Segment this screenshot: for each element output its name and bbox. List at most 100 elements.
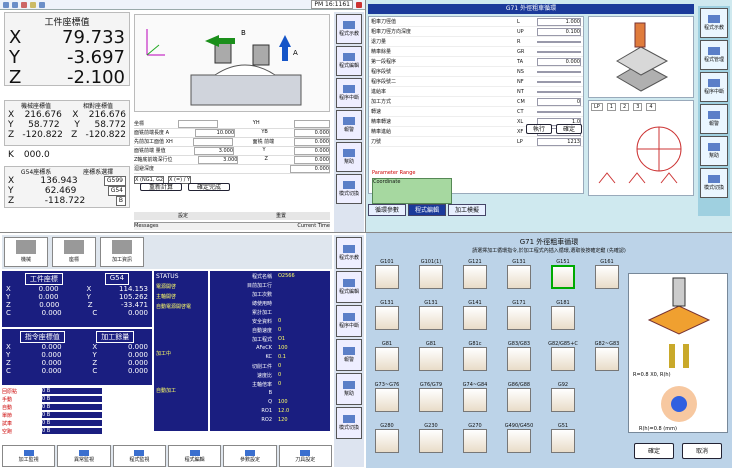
side-button[interactable]: 程序中斷 — [700, 72, 728, 102]
side-button[interactable]: 程式示教 — [336, 14, 362, 44]
cycle-item[interactable]: G121 — [458, 259, 492, 299]
side-button[interactable]: 模式切換 — [700, 168, 728, 198]
cycle-item[interactable]: G81 — [370, 341, 404, 381]
cycle-item[interactable]: G181 — [546, 300, 580, 340]
param-value[interactable]: 0.000 — [290, 165, 330, 173]
side-button[interactable]: 模式切換 — [336, 407, 362, 439]
cycle-item[interactable]: G83/G83 — [502, 341, 536, 381]
param-value[interactable]: 3.000 — [198, 156, 239, 164]
param-right-value[interactable]: 0.000 — [294, 138, 330, 146]
bottom-button[interactable]: 程式監視 — [112, 445, 166, 467]
side-button[interactable]: 報警 — [336, 339, 362, 371]
cycle-item[interactable]: G151 — [546, 259, 580, 299]
monitor-tab[interactable]: 機械 — [4, 237, 48, 267]
cycle-param-value[interactable] — [537, 50, 581, 53]
wc-select[interactable]: G54 — [107, 186, 126, 196]
bottom-button[interactable]: 異常監視 — [57, 445, 111, 467]
cycle-param-value[interactable]: 1213 — [537, 137, 581, 146]
tab[interactable]: 循環參數 — [368, 204, 407, 216]
cycle-item[interactable]: G101(1) — [414, 259, 448, 299]
footer-reset[interactable]: 重置 — [276, 212, 286, 220]
cycle-item[interactable]: G131 — [414, 300, 448, 340]
cycle-item[interactable]: G270 — [458, 423, 492, 463]
cycle-param-value[interactable] — [537, 80, 581, 83]
bottom-button[interactable]: 加工監視 — [2, 445, 56, 467]
footer-set[interactable]: 設定 — [178, 212, 188, 220]
param-value[interactable] — [178, 120, 219, 128]
side-button[interactable]: 程序中斷 — [336, 78, 362, 108]
wc-select[interactable]: B — [115, 196, 126, 206]
confirm-button[interactable]: 確定 — [556, 124, 582, 134]
wc-select[interactable]: G599 — [103, 176, 126, 186]
cycle-item[interactable]: G81c — [458, 341, 492, 381]
side-button[interactable]: 幫助 — [700, 136, 728, 166]
cycle-param-value[interactable] — [537, 40, 581, 43]
cycle-item[interactable]: G101 — [370, 259, 404, 299]
param-right-value[interactable]: 0.000 — [293, 129, 330, 137]
cycle-param-value[interactable] — [537, 110, 581, 113]
close-icon[interactable] — [356, 1, 362, 8]
cycle-param-value[interactable]: 0 — [537, 97, 581, 106]
param-right-value[interactable]: 0.000 — [293, 147, 330, 155]
side-button[interactable]: 報警 — [700, 104, 728, 134]
monitor-tab[interactable]: 加工資訊 — [100, 237, 144, 267]
tab[interactable]: 加工模擬 — [448, 204, 487, 216]
lp-cell[interactable]: 4 — [646, 103, 656, 111]
side-button[interactable]: 幫助 — [336, 142, 362, 172]
cycle-param-value[interactable]: 1.000 — [537, 17, 581, 26]
side-button[interactable]: 模式切換 — [336, 174, 362, 204]
side-button[interactable]: 程式示教 — [700, 8, 728, 38]
param-right-value[interactable] — [293, 120, 330, 128]
lp-cell[interactable]: 2 — [620, 103, 630, 111]
cycle-item[interactable]: G141 — [458, 300, 492, 340]
cycle-item[interactable]: G230 — [414, 423, 448, 463]
cycle-item[interactable]: G86/G88 — [502, 382, 536, 422]
cycle-item[interactable]: G131 — [502, 259, 536, 299]
edit-icon[interactable] — [21, 1, 27, 8]
side-button[interactable]: 報警 — [336, 110, 362, 140]
bottom-button[interactable]: 參數設定 — [223, 445, 277, 467]
cycle-item[interactable]: G171 — [502, 300, 536, 340]
cycle-item[interactable]: G490/G450 — [502, 423, 536, 463]
save-icon[interactable] — [12, 1, 18, 8]
side-button[interactable]: 程序中斷 — [336, 305, 362, 337]
cycle-item[interactable]: G74~G84 — [458, 382, 492, 422]
param-value[interactable] — [192, 138, 233, 146]
lp-cell[interactable]: 3 — [633, 103, 643, 111]
param-right-value[interactable]: 0.000 — [293, 156, 330, 164]
tab[interactable]: 程式編輯 — [408, 204, 447, 216]
param-value[interactable]: 3.000 — [194, 147, 235, 155]
cycle-param-value[interactable]: 0.100 — [537, 27, 581, 36]
settings-icon[interactable] — [39, 1, 45, 8]
cycle-param-value[interactable] — [537, 70, 581, 73]
cycle-item[interactable]: G73~G76 — [370, 382, 404, 422]
bottom-button[interactable]: 刀具設定 — [278, 445, 332, 467]
ok-button[interactable]: 確定 — [634, 443, 674, 459]
cycle-item[interactable]: G280 — [370, 423, 404, 463]
lp-cell[interactable]: LP — [591, 103, 603, 111]
side-button[interactable]: 幫助 — [336, 373, 362, 405]
cycle-item[interactable]: G92 — [546, 382, 580, 422]
cancel-button[interactable]: 取消 — [682, 443, 722, 459]
bottom-button[interactable]: 程式編輯 — [167, 445, 222, 467]
cycle-param-value[interactable]: 0.000 — [537, 57, 581, 66]
apply-button[interactable]: 確定完成 — [188, 183, 230, 191]
recalc-button[interactable]: 重新計算 — [140, 183, 182, 191]
cycle-item[interactable]: G76/G79 — [414, 382, 448, 422]
side-button[interactable]: 程式示教 — [336, 237, 362, 269]
cycle-param-value[interactable] — [537, 90, 581, 93]
exec-button[interactable]: 執行 — [526, 124, 552, 134]
side-button[interactable]: 程式編輯 — [336, 271, 362, 303]
side-button[interactable]: 程式管理 — [700, 40, 728, 70]
cycle-item[interactable]: G82/G85+C — [546, 341, 580, 381]
cycle-item[interactable]: G82~G83 — [590, 341, 624, 381]
param-value[interactable]: 10.000 — [195, 129, 236, 137]
lp-cell[interactable]: 1 — [606, 103, 616, 111]
monitor-tab[interactable]: 座標 — [52, 237, 96, 267]
cycle-item[interactable]: G131 — [370, 300, 404, 340]
home-icon[interactable] — [3, 1, 9, 8]
cycle-item[interactable]: G51 — [546, 423, 580, 463]
cycle-item[interactable]: G81 — [414, 341, 448, 381]
side-button[interactable]: 程式編輯 — [336, 46, 362, 76]
cycle-item[interactable]: G161 — [590, 259, 624, 299]
